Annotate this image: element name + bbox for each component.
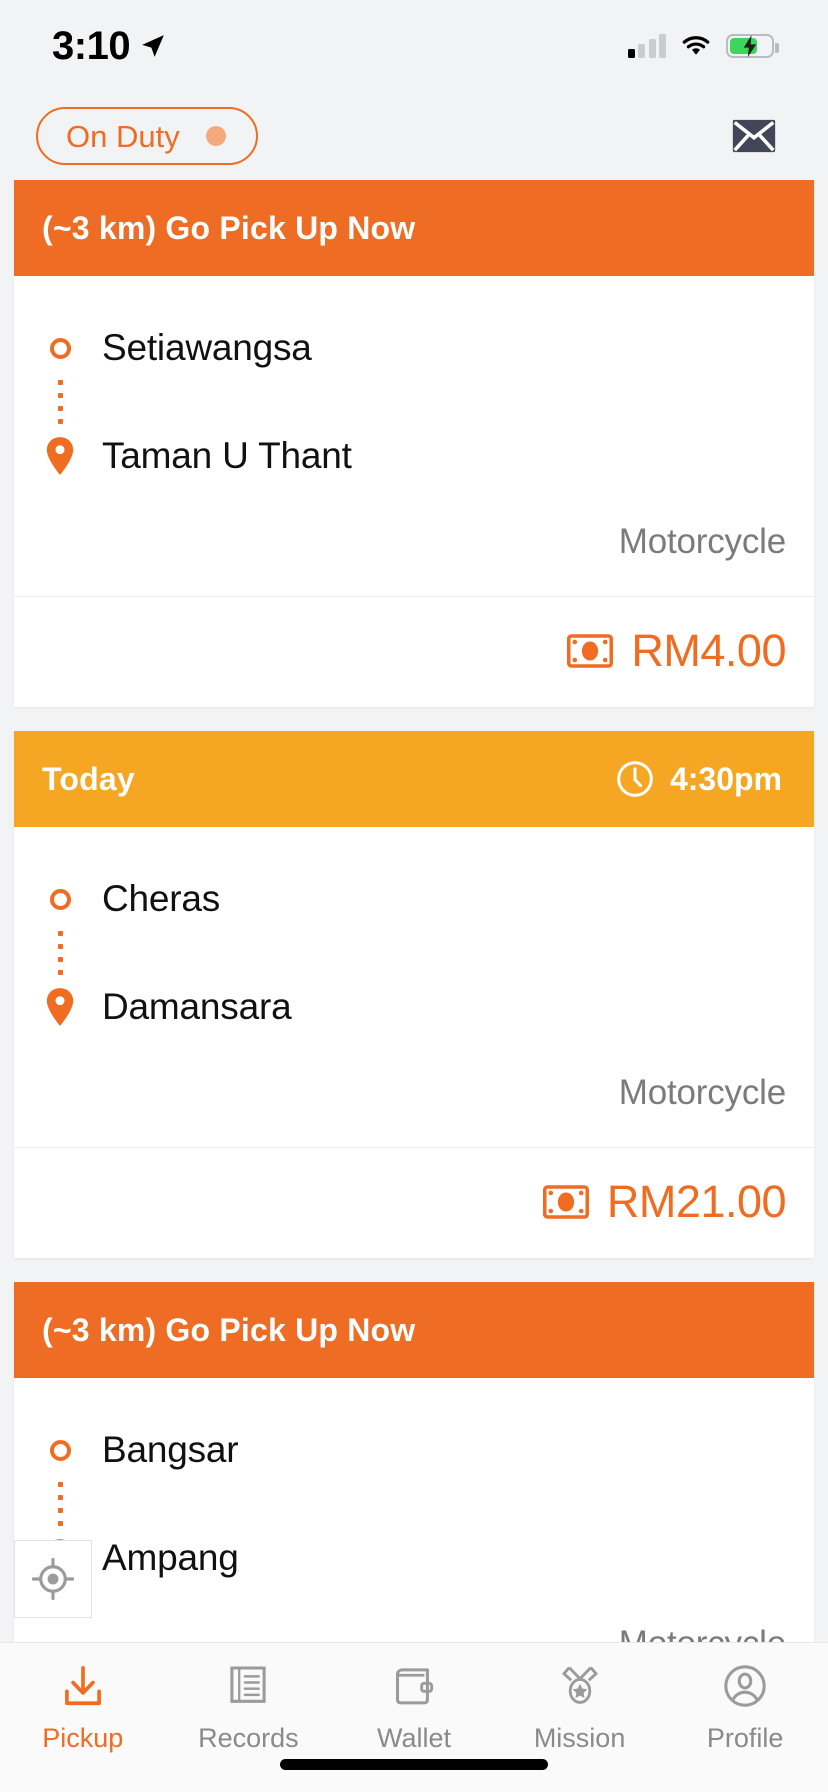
order-header-schedule: 4:30pm (616, 760, 782, 798)
pickup-location: Cheras (102, 878, 221, 919)
dropoff-leg: Damansara (42, 979, 786, 1035)
order-list[interactable]: (~3 km) Go Pick Up Now Setiawangsa Taman… (0, 180, 828, 1642)
order-price: RM21.00 (606, 1176, 787, 1227)
order-header-title: (~3 km) Go Pick Up Now (42, 1311, 416, 1348)
order-card-header: (~3 km) Go Pick Up Now (14, 1282, 814, 1378)
duty-status-label: On Duty (66, 118, 180, 154)
order-price-row: RM4.00 (14, 597, 814, 707)
document-lines-icon (230, 1666, 267, 1703)
pickup-location: Setiawangsa (102, 327, 312, 368)
route-dotted-line (42, 380, 78, 424)
route-summary: Cheras Damansara (42, 871, 786, 1035)
pickup-circle-icon (42, 1439, 78, 1461)
order-card-body: Setiawangsa Taman U Thant Motorcycle (14, 276, 814, 596)
tab-label: Profile (706, 1723, 784, 1753)
order-card-header: Today 4:30pm (14, 731, 814, 827)
dropoff-leg: Taman U Thant (42, 428, 786, 484)
route-dotted-line (42, 1482, 78, 1526)
envelope-icon[interactable] (732, 119, 776, 153)
tab-profile[interactable]: Profile (662, 1663, 828, 1754)
order-scheduled-time: 4:30pm (669, 760, 782, 797)
route-summary: Setiawangsa Taman U Thant (42, 320, 786, 484)
pickup-leg: Cheras (42, 871, 786, 927)
route-summary: Bangsar Ampang (42, 1422, 786, 1586)
pickup-location: Bangsar (102, 1429, 239, 1470)
map-pin-icon (42, 988, 78, 1026)
dropoff-location: Damansara (102, 986, 292, 1027)
cellular-signal-icon (627, 34, 666, 58)
order-header-title: Today (42, 760, 135, 797)
tab-wallet[interactable]: Wallet (331, 1663, 497, 1754)
recenter-location-button[interactable] (14, 1540, 92, 1618)
app-screen: 3:10 On Duty (~3 km) Go Pick Up Now Seti… (0, 0, 828, 1792)
tab-records[interactable]: Records (166, 1663, 332, 1754)
vehicle-type: Motorcycle (618, 1073, 786, 1112)
dropoff-leg: Ampang (42, 1530, 786, 1586)
banknote-icon (567, 634, 614, 668)
status-bar: 3:10 (0, 0, 828, 92)
app-top-bar: On Duty (0, 92, 828, 180)
battery-charging-icon (726, 34, 779, 58)
route-dotted-line (42, 931, 78, 975)
medal-star-icon (562, 1666, 598, 1704)
pickup-leg: Setiawangsa (42, 320, 786, 376)
order-header-title: (~3 km) Go Pick Up Now (42, 209, 416, 246)
order-price: RM4.00 (631, 625, 786, 676)
tab-label: Wallet (376, 1723, 451, 1753)
status-bar-right (627, 34, 779, 58)
banknote-icon (542, 1185, 589, 1219)
order-price-row: RM21.00 (14, 1148, 814, 1258)
vehicle-type: Motorcycle (618, 522, 786, 561)
tab-mission[interactable]: Mission (497, 1663, 663, 1754)
wifi-icon (682, 36, 710, 55)
home-indicator (280, 1759, 548, 1770)
order-card-header: (~3 km) Go Pick Up Now (14, 180, 814, 276)
pickup-circle-icon (42, 888, 78, 910)
pickup-circle-icon (42, 337, 78, 359)
map-pin-icon (42, 437, 78, 475)
order-card-body: Bangsar Ampang Motorcycle (14, 1378, 814, 1642)
tab-label: Mission (533, 1723, 626, 1753)
location-arrow-icon (142, 35, 164, 57)
duty-status-indicator-dot (205, 126, 226, 146)
duty-status-toggle[interactable]: On Duty (36, 107, 258, 165)
clock-icon (617, 761, 653, 797)
tab-label: Records (198, 1723, 299, 1753)
dropoff-location: Ampang (102, 1537, 239, 1578)
status-time: 3:10 (52, 23, 131, 68)
user-circle-icon (724, 1665, 766, 1707)
tab-label: Pickup (42, 1723, 124, 1753)
pickup-leg: Bangsar (42, 1422, 786, 1478)
wallet-icon (395, 1668, 434, 1705)
order-card[interactable]: (~3 km) Go Pick Up Now Setiawangsa Taman… (14, 180, 814, 707)
crosshair-location-icon (32, 1558, 74, 1600)
order-card-body: Cheras Damansara Motorcycle (14, 827, 814, 1147)
vehicle-type: Motorcycle (42, 1586, 786, 1642)
tab-pickup[interactable]: Pickup (0, 1663, 166, 1754)
order-card[interactable]: Today 4:30pm Cheras Damansara Motorcycle… (14, 731, 814, 1258)
download-arrow-icon (64, 1665, 101, 1706)
status-bar-left: 3:10 (52, 24, 166, 69)
dropoff-location: Taman U Thant (102, 435, 352, 476)
order-card[interactable]: (~3 km) Go Pick Up Now Bangsar Ampang (14, 1282, 814, 1642)
